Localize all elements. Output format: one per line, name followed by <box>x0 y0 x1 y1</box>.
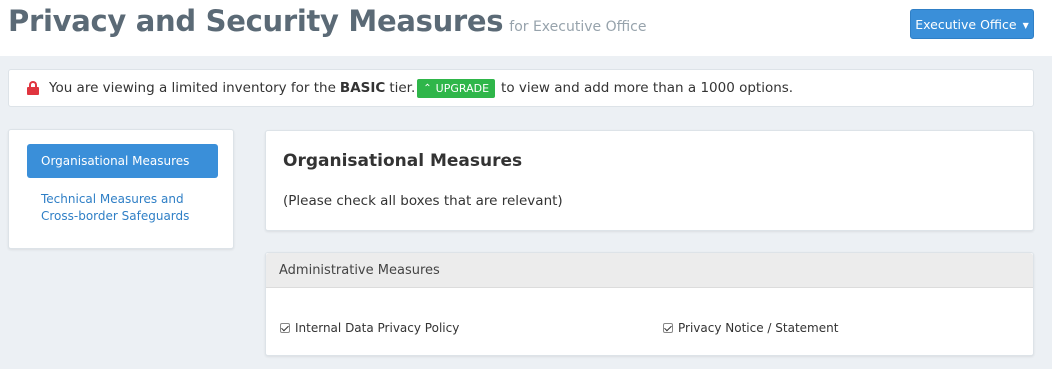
checkbox-label: Internal Data Privacy Policy <box>295 321 460 335</box>
upgrade-button[interactable]: ⌃ UPGRADE <box>417 78 496 98</box>
sidebar-item-organisational-measures[interactable]: Organisational Measures <box>27 144 218 178</box>
alert-tier: BASIC <box>339 80 386 96</box>
alert-text-before: You are viewing a limited inventory for … <box>49 80 336 96</box>
page-header: Privacy and Security Measures for Executi… <box>0 0 1052 56</box>
page-subtitle: for Executive Office <box>509 19 647 35</box>
caret-down-icon: ▼ <box>1022 21 1029 30</box>
office-selector-button[interactable]: Executive Office ▼ <box>910 9 1034 39</box>
administrative-measures-panel: Administrative Measures Internal Data Pr… <box>265 252 1034 356</box>
sidebar-item-label: Organisational Measures <box>41 154 190 168</box>
section-hint: (Please check all boxes that are relevan… <box>283 193 563 209</box>
upgrade-label: UPGRADE <box>435 81 490 95</box>
office-selector-label: Executive Office <box>915 16 1017 32</box>
checkbox-internal-data-privacy-policy[interactable]: Internal Data Privacy Policy <box>280 321 459 335</box>
double-chevron-up-icon: ⌃ <box>423 82 432 94</box>
tier-alert: You are viewing a limited inventory for … <box>8 69 1034 107</box>
sidebar: Organisational Measures Technical Measur… <box>8 129 234 249</box>
section-title: Organisational Measures <box>283 151 523 171</box>
checkbox-checked-icon[interactable] <box>663 323 673 333</box>
section-card: Organisational Measures (Please check al… <box>265 130 1034 231</box>
checkbox-label: Privacy Notice / Statement <box>678 321 839 335</box>
page-title-text: Privacy and Security Measures <box>8 4 504 38</box>
lock-icon <box>27 81 39 95</box>
page-title: Privacy and Security Measures for Executi… <box>8 4 646 38</box>
alert-text-after: to view and add more than a 1000 options… <box>501 80 794 96</box>
checkbox-privacy-notice[interactable]: Privacy Notice / Statement <box>663 321 838 335</box>
checkbox-checked-icon[interactable] <box>280 323 290 333</box>
panel-header: Administrative Measures <box>266 253 1033 288</box>
sidebar-item-technical-measures[interactable]: Technical Measures and Cross-border Safe… <box>41 191 211 225</box>
alert-text-tier-after: tier. <box>389 80 416 96</box>
